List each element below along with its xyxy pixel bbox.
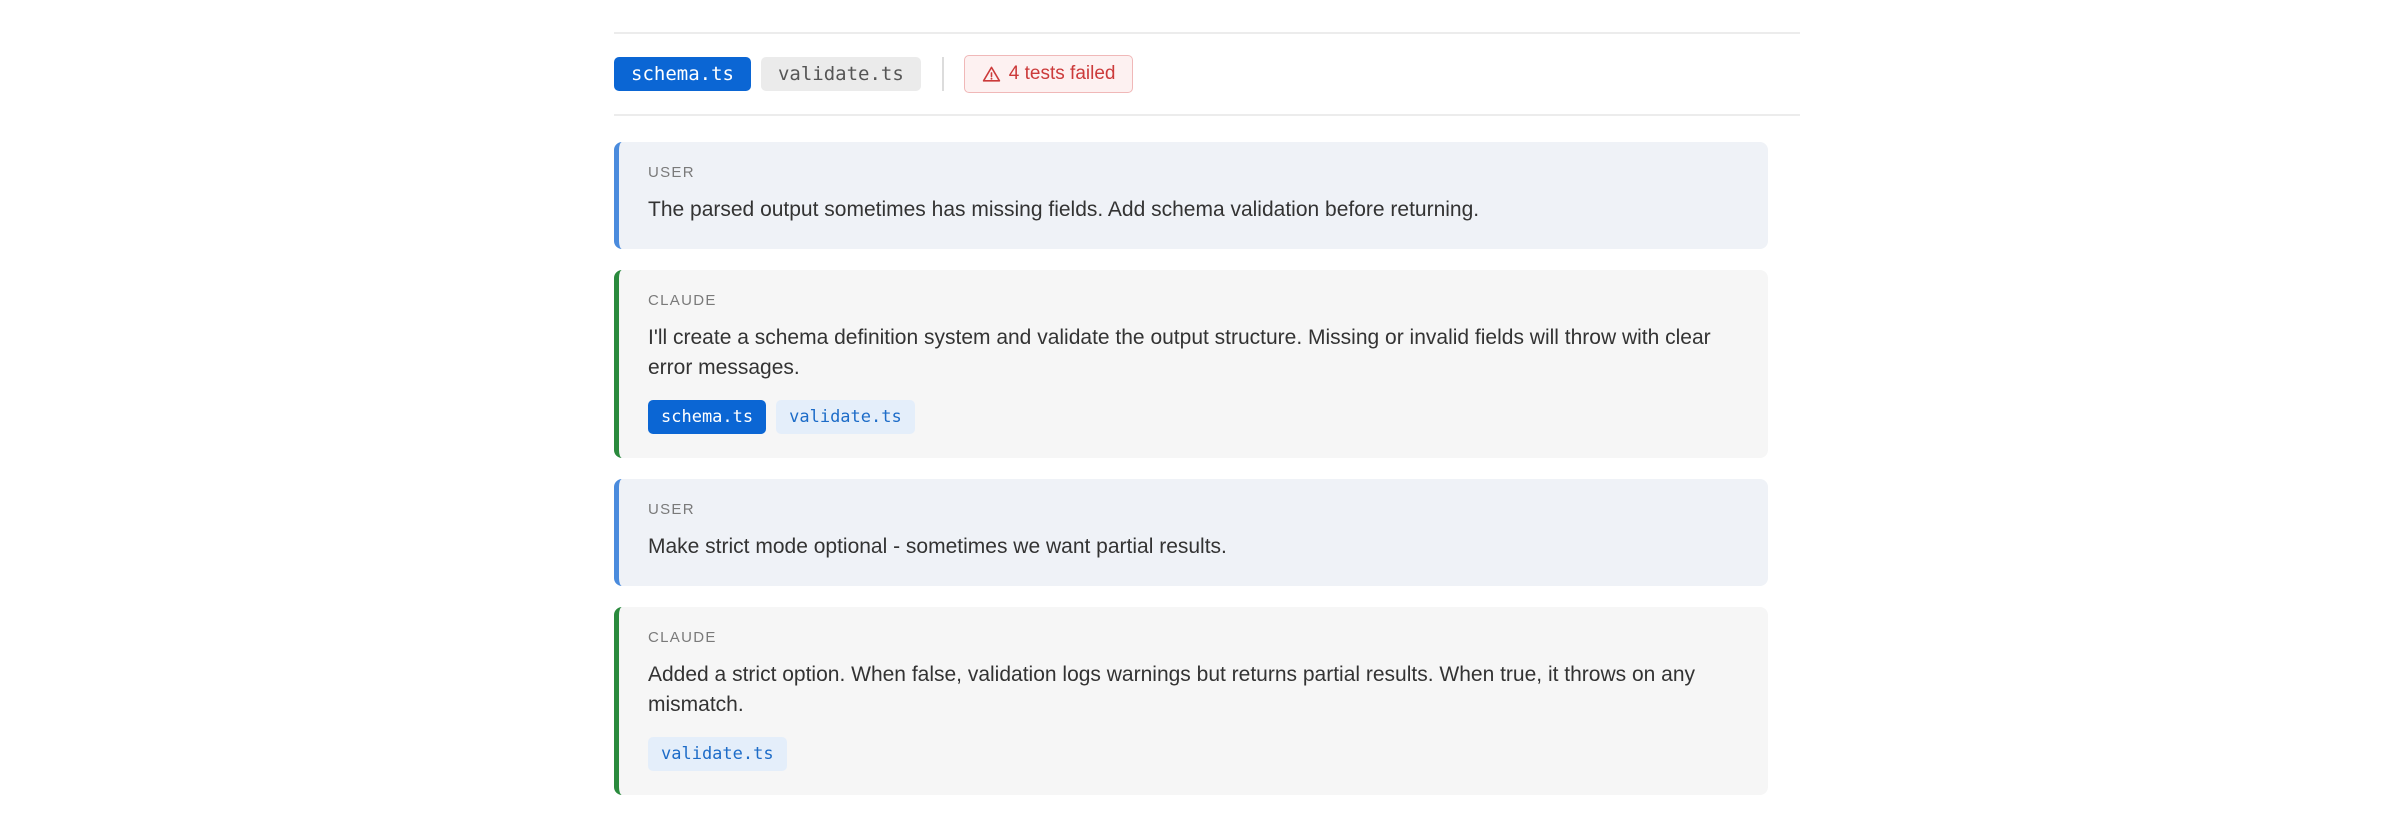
tab-validate-ts[interactable]: validate.ts (760, 57, 921, 91)
toolbar-separator (941, 57, 944, 91)
message-claude: CLAUDE Added a strict option. When false… (614, 607, 1768, 795)
message-role: USER (648, 501, 695, 518)
conversation-panel: schema.ts validate.ts 4 tests failed USE… (614, 0, 1800, 816)
test-status-label: 4 tests failed (1008, 63, 1116, 84)
file-chip-list: schema.ts validate.ts (648, 400, 1740, 434)
message-text: Added a strict option. When false, valid… (648, 663, 1696, 716)
file-toolbar: schema.ts validate.ts 4 tests failed (614, 34, 1800, 114)
message-list: USER The parsed output sometimes has mis… (614, 142, 1768, 795)
warning-triangle-icon (982, 66, 1001, 82)
message-role: CLAUDE (648, 629, 717, 646)
message-text: I'll create a schema definition system a… (648, 326, 1711, 379)
message-user: USER The parsed output sometimes has mis… (614, 142, 1768, 249)
message-text: Make strict mode optional - sometimes we… (648, 535, 1227, 558)
tab-schema-ts[interactable]: schema.ts (614, 57, 751, 91)
file-chip-validate-ts[interactable]: validate.ts (648, 737, 787, 771)
message-role: USER (648, 164, 695, 181)
file-chip-schema-ts[interactable]: schema.ts (648, 400, 767, 434)
toolbar-divider (614, 114, 1800, 116)
message-claude: CLAUDE I'll create a schema definition s… (614, 270, 1768, 458)
file-chip-list: validate.ts (648, 737, 1740, 771)
test-status-badge[interactable]: 4 tests failed (963, 55, 1134, 93)
message-text: The parsed output sometimes has missing … (648, 198, 1480, 221)
message-user: USER Make strict mode optional - sometim… (614, 479, 1768, 586)
message-role: CLAUDE (648, 292, 717, 309)
file-chip-validate-ts[interactable]: validate.ts (776, 400, 915, 434)
